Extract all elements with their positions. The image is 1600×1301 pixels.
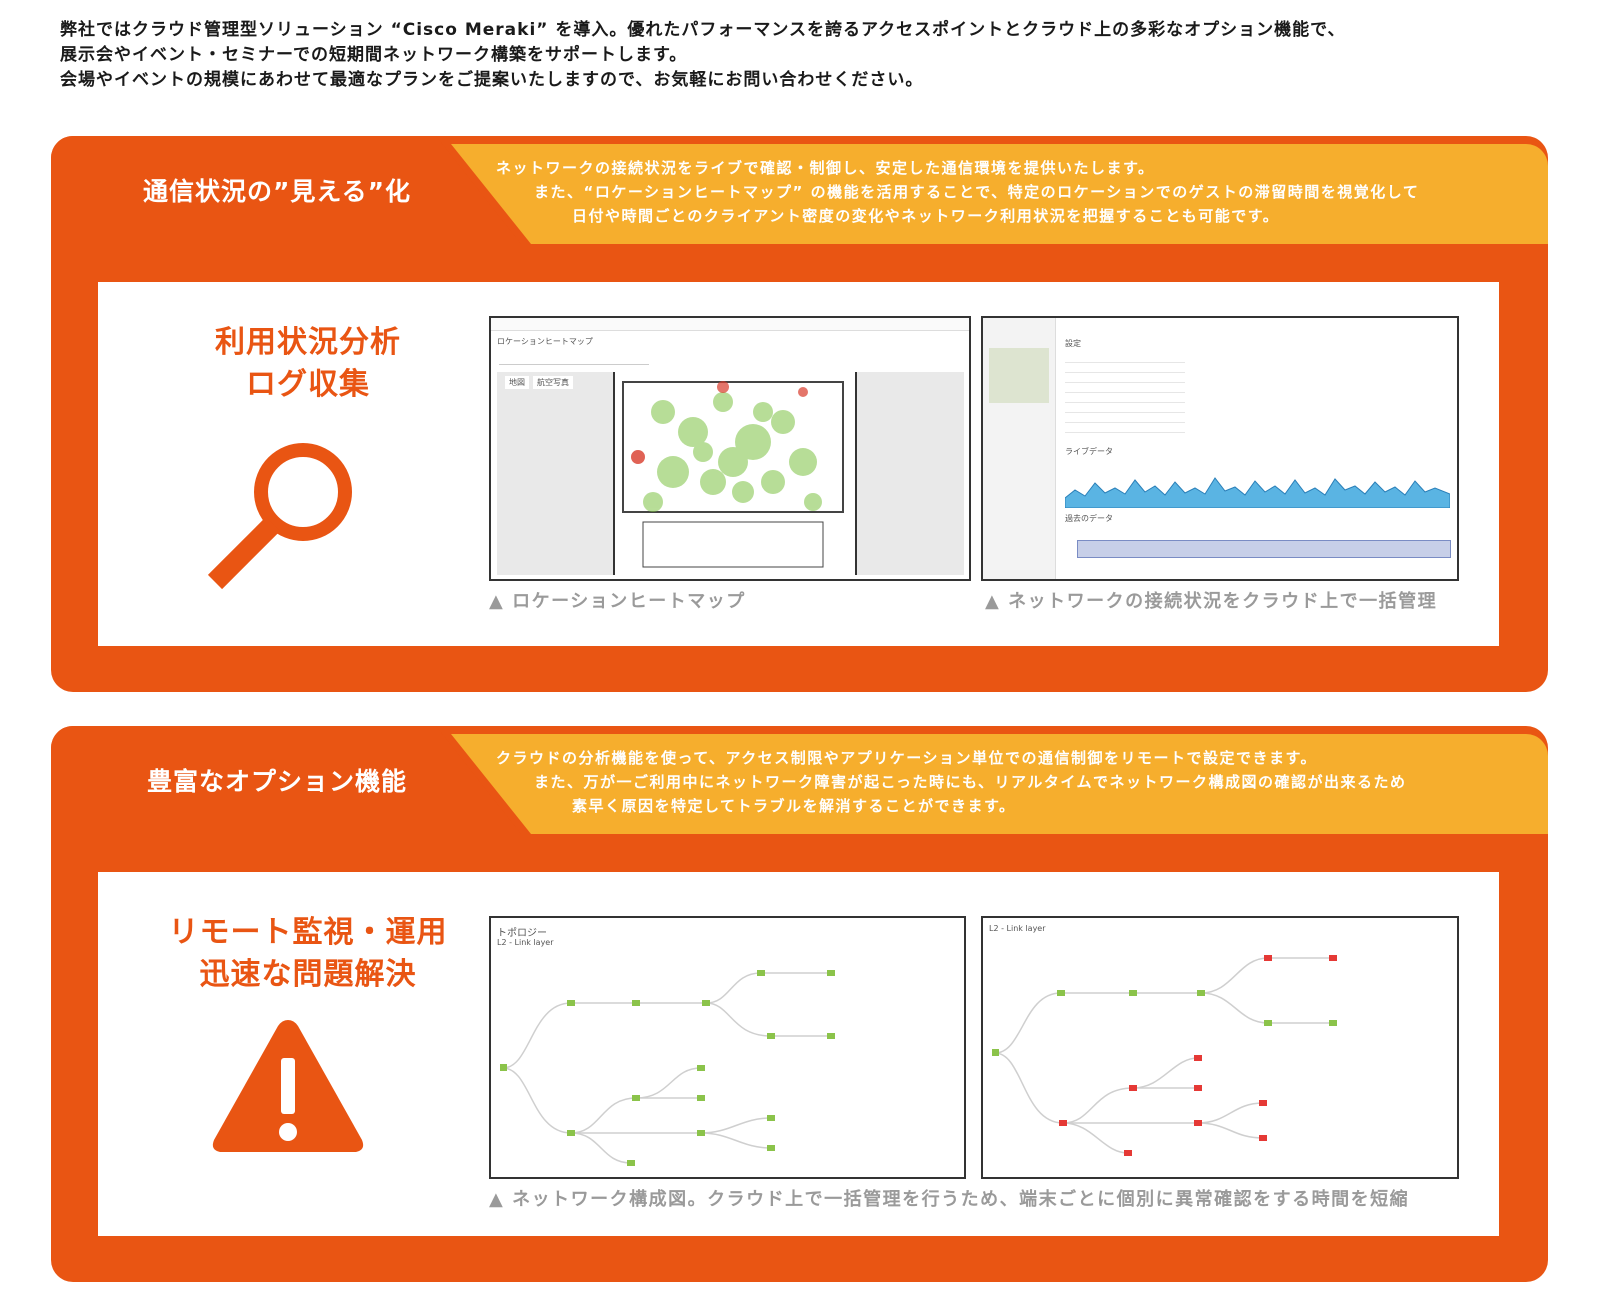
section-title: 通信状況の”見える”化 xyxy=(142,177,412,206)
heatmap-caption: ▲ ロケーションヒートマップ xyxy=(489,591,746,612)
floorplan-heatmap xyxy=(622,381,844,568)
topology-caption: ▲ ネットワーク構成図。クラウド上で一括管理を行うため、端末ごとに個別に異常確認… xyxy=(489,1189,1410,1210)
map-tab[interactable]: 地図 xyxy=(505,376,529,389)
dashboard-screenshot: 設定 ライブデータ 過去のデータ xyxy=(981,316,1459,581)
feature-title: 利用状況分析 ログ収集 xyxy=(158,322,458,406)
topology-tab[interactable]: L2 - Link layer xyxy=(989,924,1046,933)
intro-line-3: 会場やイベントの規模にあわせて最適なプランをご提案いたしますので、お気軽にお問い… xyxy=(60,70,924,90)
satellite-tab[interactable]: 航空写真 xyxy=(533,376,573,389)
topology-tab[interactable]: L2 - Link layer xyxy=(497,938,554,947)
description-line: ネットワークの接続状況をライブで確認・制御し、安定した通信環境を提供いたします。 xyxy=(496,159,1155,177)
section-options: 豊富なオプション機能 クラウドの分析機能を使って、アクセス制限やアプリケーション… xyxy=(51,726,1548,1282)
topology-screenshot-alert: L2 - Link layer xyxy=(981,916,1459,1179)
feature-panel: リモート監視・運用 迅速な問題解決 トポロジー L2 - Link layer xyxy=(98,872,1499,1236)
feature-panel: 利用状況分析 ログ収集 ロケーションヒートマップ 地図 航空写真 ▲ ロケーショ… xyxy=(98,282,1499,646)
description-line: また、万が一ご利用中にネットワーク障害が起こった時にも、リアルタイムでネットワー… xyxy=(534,773,1407,791)
section-description: クラウドの分析機能を使って、アクセス制限やアプリケーション単位での通信制御をリモ… xyxy=(496,746,1536,818)
dashboard-caption: ▲ ネットワークの接続状況をクラウド上で一括管理 xyxy=(985,591,1438,612)
description-line: また、“ロケーションヒートマップ” の機能を活用することで、特定のロケーションで… xyxy=(534,183,1420,201)
feature-title-line: ログ収集 xyxy=(246,367,370,402)
description-line: クラウドの分析機能を使って、アクセス制限やアプリケーション単位での通信制御をリモ… xyxy=(496,749,1317,767)
live-data-label: ライブデータ xyxy=(1065,447,1113,456)
topology-diagram xyxy=(500,970,835,1166)
intro-text: 弊社ではクラウド管理型ソリューション “Cisco Meraki” を導入。優れ… xyxy=(60,18,1560,93)
feature-title: リモート監視・運用 迅速な問題解決 xyxy=(158,912,458,996)
feature-title-line: 迅速な問題解決 xyxy=(199,957,417,992)
section-description: ネットワークの接続状況をライブで確認・制御し、安定した通信環境を提供いたします。… xyxy=(496,156,1536,228)
description-line: 素早く原因を特定してトラブルを解消することができます。 xyxy=(572,797,1016,815)
feature-title-line: リモート監視・運用 xyxy=(168,915,448,950)
history-data-label: 過去のデータ xyxy=(1065,514,1113,523)
topology-screenshot: トポロジー L2 - Link layer xyxy=(489,916,966,1179)
warning-icon xyxy=(212,1020,364,1152)
settings-heading: 設定 xyxy=(1065,339,1081,348)
topology-diagram-alert xyxy=(992,955,1337,1156)
section-visualization: 通信状況の”見える”化 ネットワークの接続状況をライブで確認・制御し、安定した通… xyxy=(51,136,1548,692)
search-icon xyxy=(207,443,352,590)
topology-heading: トポロジー xyxy=(497,928,547,939)
heatmap-heading: ロケーションヒートマップ xyxy=(497,337,593,346)
intro-line-1: 弊社ではクラウド管理型ソリューション “Cisco Meraki” を導入。優れ… xyxy=(60,20,1346,40)
section-title: 豊富なオプション機能 xyxy=(146,767,407,796)
intro-line-2: 展示会やイベント・セミナーでの短期間ネットワーク構築をサポートします。 xyxy=(60,45,688,65)
heatmap-screenshot: ロケーションヒートマップ 地図 航空写真 xyxy=(489,316,971,581)
description-line: 日付や時間ごとのクライアント密度の変化やネットワーク利用状況を把握することも可能… xyxy=(572,207,1280,225)
live-traffic-graph xyxy=(1065,477,1450,508)
feature-title-line: 利用状況分析 xyxy=(215,325,401,360)
